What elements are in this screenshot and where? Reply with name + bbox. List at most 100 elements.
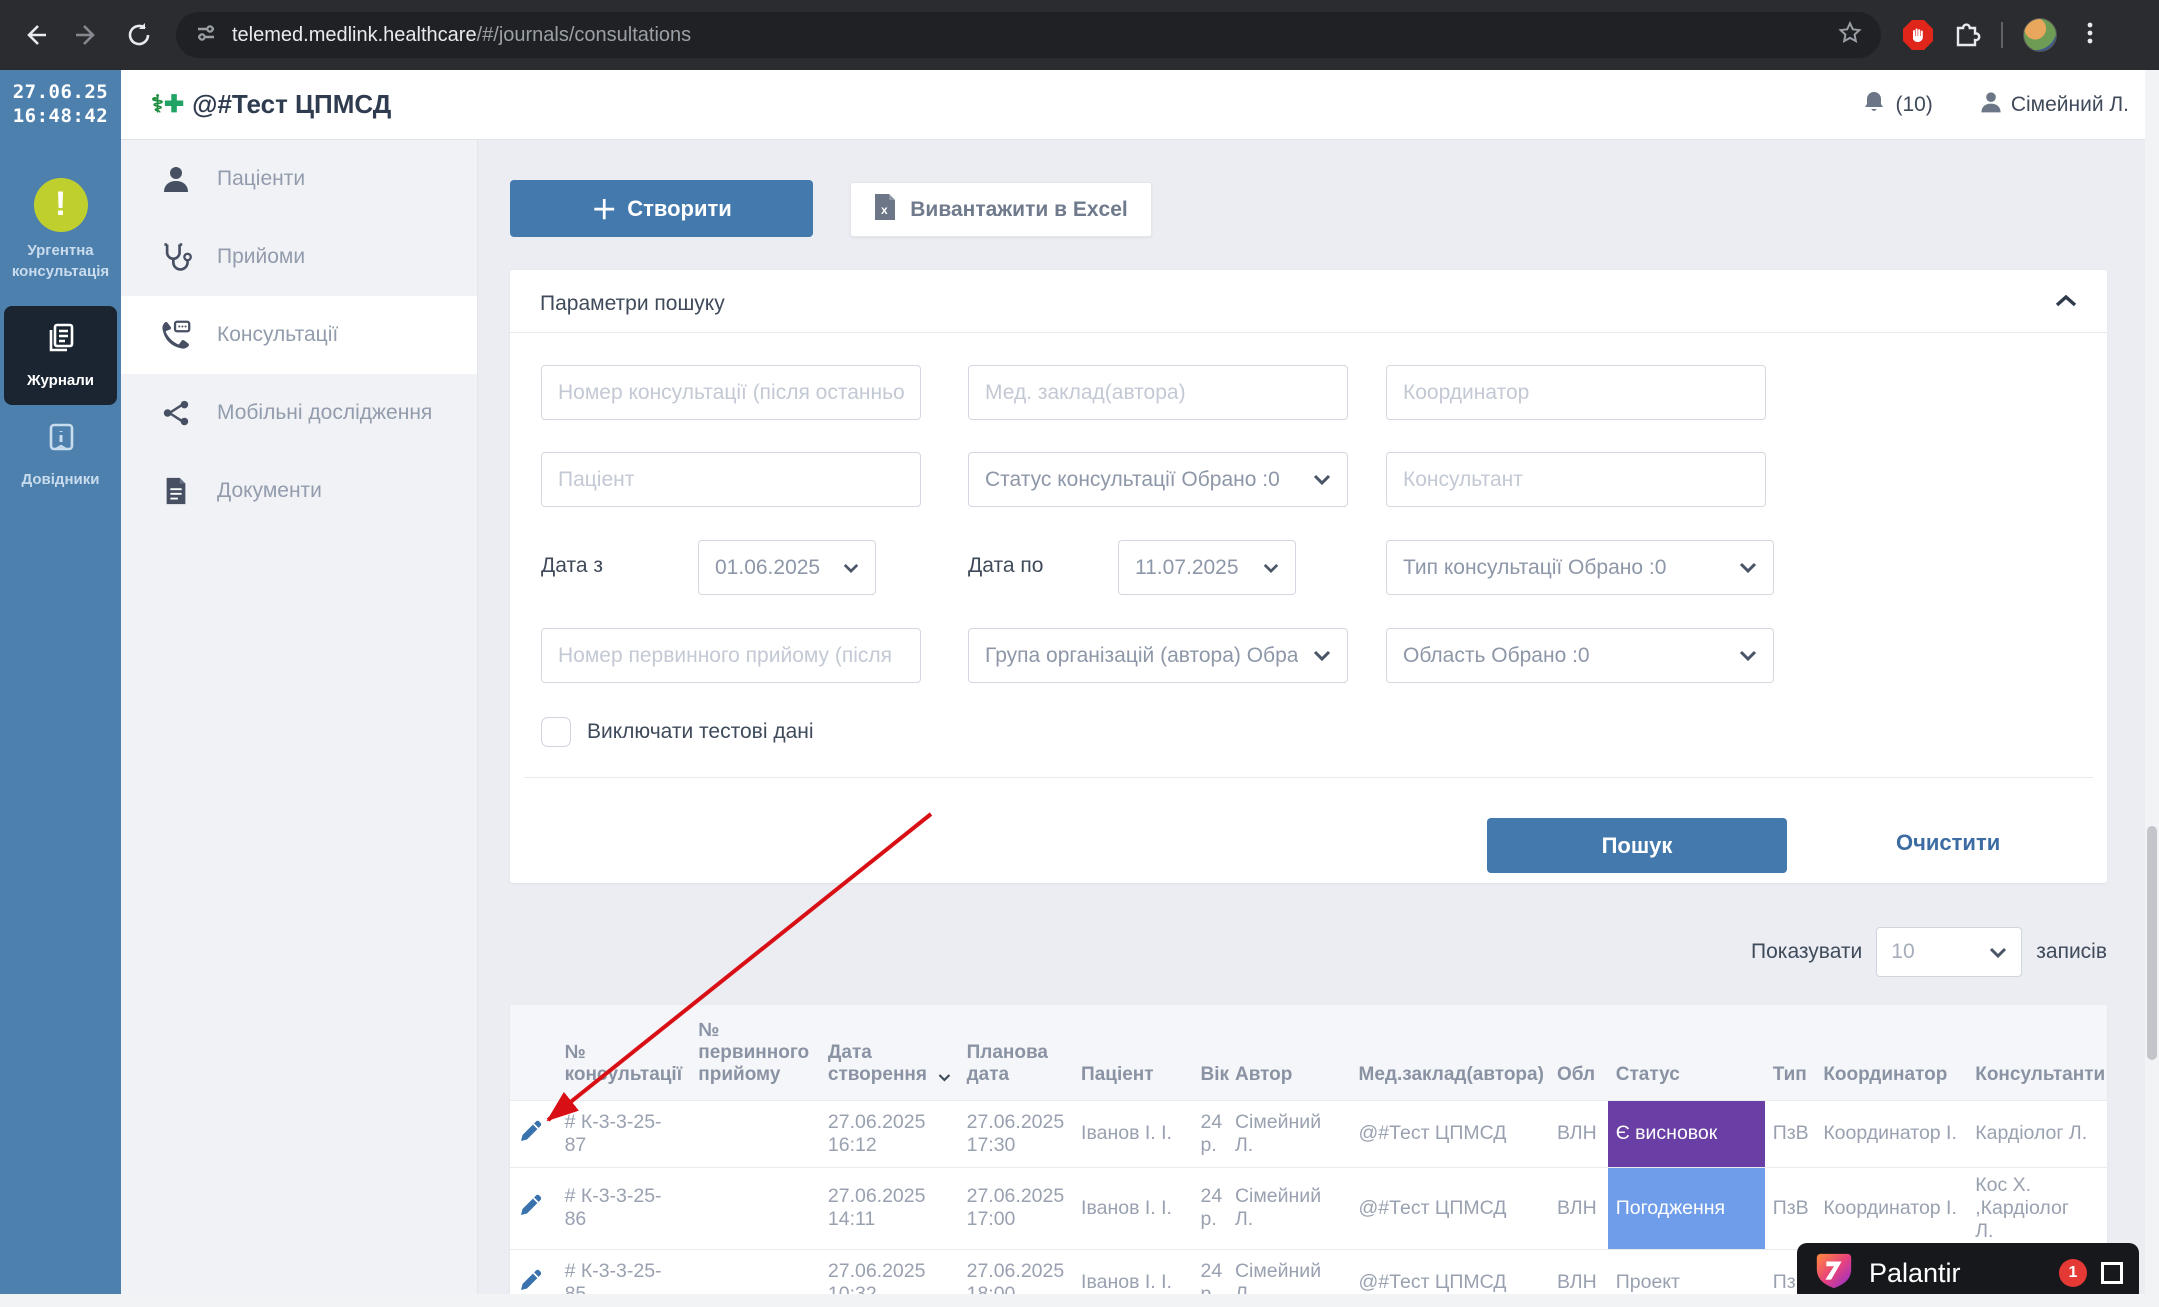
table-row[interactable]: # К-3-3-25-87 27.06.2025 16:12 27.06.202… (510, 1100, 2107, 1167)
edit-pencil-icon (518, 1192, 544, 1218)
clock-date: 27.06.25 (13, 81, 109, 105)
stethoscope-icon (159, 241, 193, 273)
col-consultation-number[interactable]: № консультації (557, 1005, 691, 1100)
journals-icon (43, 320, 79, 362)
edit-pencil-icon (518, 1267, 544, 1293)
urgent-icon: ! (34, 178, 88, 232)
panel-divider (510, 332, 2107, 333)
col-planned-date[interactable]: Планова дата (959, 1005, 1073, 1100)
status-badge: Є висновок (1608, 1100, 1765, 1167)
clock-time: 16:48:42 (13, 105, 109, 129)
col-primary-number[interactable]: № первинного прийому (690, 1005, 820, 1100)
col-edit (510, 1005, 557, 1100)
collapse-panel-icon[interactable] (2055, 294, 2077, 313)
edit-cell[interactable] (510, 1167, 557, 1249)
col-patient[interactable]: Паціент (1073, 1005, 1193, 1100)
share-nodes-icon (159, 398, 193, 428)
directories-icon (44, 421, 78, 461)
url-bar[interactable]: telemed.medlink.healthcare/#/journals/co… (176, 12, 1881, 58)
notifications-button[interactable]: (10) (1861, 89, 1932, 121)
restore-window-icon[interactable] (2101, 1262, 2123, 1284)
export-excel-button[interactable]: x Вивантажити в Excel (850, 182, 1152, 237)
exclude-test-data-checkbox[interactable] (541, 717, 571, 747)
primary-appointment-number-input[interactable] (541, 628, 921, 683)
col-region[interactable]: Обл (1549, 1005, 1608, 1100)
app-header: ⚕✚ @#Тест ЦПМСД (10) Сімейний Л. (121, 70, 2159, 140)
chevron-down-icon (1313, 650, 1331, 661)
browser-menu-icon[interactable] (2077, 20, 2103, 51)
nav-item-patients[interactable]: Паціенти (121, 140, 477, 218)
sidebar-item-journals[interactable]: Журнали (4, 306, 117, 405)
chevron-down-icon (843, 563, 859, 573)
vertical-scrollbar-thumb[interactable] (2147, 826, 2157, 1060)
col-age[interactable]: Вік (1193, 1005, 1227, 1100)
date-to-select[interactable]: 11.07.2025 (1118, 540, 1296, 595)
browser-profile-avatar[interactable] (2023, 18, 2057, 52)
col-truncated[interactable]: Ві (2099, 1005, 2107, 1100)
consultation-number-input[interactable] (541, 365, 921, 420)
sidebar-item-label: Довідники (22, 469, 100, 490)
page-size-select[interactable]: 10 (1876, 927, 2022, 977)
org-group-select[interactable]: Група організацій (автора) Обра (968, 628, 1348, 683)
nav-item-consultations[interactable]: Консультації (121, 296, 477, 374)
date-from-select[interactable]: 01.06.2025 (698, 540, 876, 595)
patient-icon (159, 164, 193, 194)
clock: 27.06.25 16:48:42 (0, 70, 121, 140)
consultation-type-select[interactable]: Тип консультації Обрано :0 (1386, 540, 1774, 595)
clear-button[interactable]: Очистити (1896, 830, 2000, 856)
chevron-down-icon (1739, 562, 1757, 573)
site-settings-icon[interactable] (194, 21, 218, 50)
col-created-date[interactable]: Дата створення (820, 1005, 959, 1100)
edit-cell[interactable] (510, 1100, 557, 1167)
consultant-input[interactable] (1386, 452, 1766, 507)
chevron-down-icon (1263, 563, 1279, 573)
col-consultants[interactable]: Консультанти (1967, 1005, 2099, 1100)
status-badge: Проект (1608, 1249, 1765, 1294)
sidebar-item-directories[interactable]: Довідники (0, 411, 121, 500)
col-coordinator[interactable]: Координатор (1815, 1005, 1967, 1100)
sidebar-item-label: Журнали (27, 370, 94, 391)
forward-icon[interactable] (72, 20, 102, 50)
horizontal-scrollbar[interactable] (0, 1294, 2159, 1307)
page: { "browser": { "url_domain": "telemed.me… (0, 0, 2159, 1307)
status-badge: Погодження (1608, 1167, 1765, 1249)
reload-icon[interactable] (124, 20, 154, 50)
bookmark-star-icon[interactable] (1837, 20, 1863, 51)
search-button[interactable]: Пошук (1487, 818, 1787, 873)
exclude-test-data-label: Виключати тестові дані (587, 720, 814, 744)
col-med-org[interactable]: Мед.заклад(автора) (1351, 1005, 1549, 1100)
patient-input[interactable] (541, 452, 921, 507)
nav-item-label: Мобільні дослідження (217, 401, 432, 425)
org-name: @#Тест ЦПМСД (192, 89, 391, 120)
region-select[interactable]: Область Обрано :0 (1386, 628, 1774, 683)
med-org-input[interactable] (968, 365, 1348, 420)
status-select[interactable]: Статус консультації Обрано :0 (968, 452, 1348, 507)
palantir-logo-icon (1813, 1250, 1855, 1297)
nav-item-mobile-research[interactable]: Мобільні дослідження (121, 374, 477, 452)
create-button[interactable]: ＋ Створити (510, 180, 813, 237)
nav-item-appointments[interactable]: Прийоми (121, 218, 477, 296)
col-author[interactable]: Автор (1227, 1005, 1351, 1100)
show-label: Показувати (1751, 940, 1862, 964)
table-row[interactable]: # К-3-3-25-86 27.06.2025 14:11 27.06.202… (510, 1167, 2107, 1249)
sidebar-item-urgent-consultation[interactable]: ! Ургентна консультація (0, 168, 121, 292)
edit-cell[interactable] (510, 1249, 557, 1294)
user-menu[interactable]: Сімейний Л. (1979, 90, 2129, 120)
date-to-label: Дата по (968, 554, 1043, 578)
back-icon[interactable] (20, 20, 50, 50)
coordinator-input[interactable] (1386, 365, 1766, 420)
search-panel-title: Параметри пошуку (540, 292, 725, 316)
chevron-down-icon (1739, 650, 1757, 661)
col-status[interactable]: Статус (1608, 1005, 1765, 1100)
extensions-icon[interactable] (1953, 19, 1981, 52)
main-content: ＋ Створити x Вивантажити в Excel Парамет… (478, 140, 2159, 1294)
palantir-label: Palantir (1869, 1258, 2045, 1289)
nav-item-documents[interactable]: Документи (121, 452, 477, 530)
adblock-icon[interactable] (1903, 20, 1933, 50)
col-type[interactable]: Тип (1765, 1005, 1816, 1100)
browser-toolbar: telemed.medlink.healthcare/#/journals/co… (0, 0, 2159, 70)
vertical-scrollbar[interactable] (2145, 70, 2159, 1307)
nav-item-label: Паціенти (217, 167, 305, 191)
pagination-controls: Показувати 10 записів (510, 927, 2107, 977)
section-nav: Паціенти Прийоми Консультації Мобільні д… (121, 140, 478, 1294)
